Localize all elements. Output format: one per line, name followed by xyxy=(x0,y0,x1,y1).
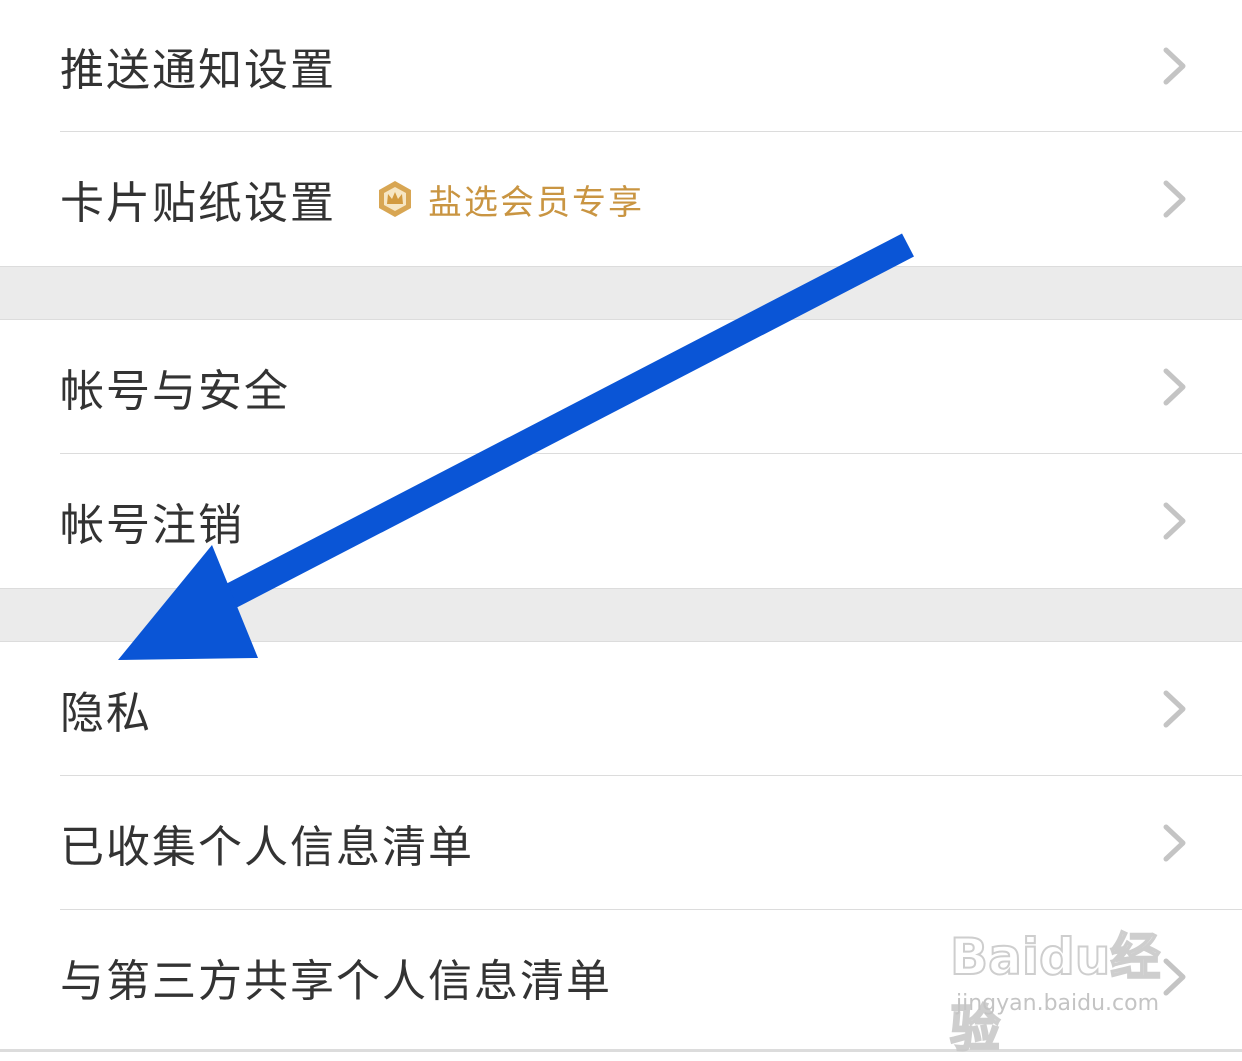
chevron-right-icon xyxy=(1163,502,1186,540)
section-gap xyxy=(0,266,1242,320)
row-account-cancellation[interactable]: 帐号注销 xyxy=(0,454,1242,588)
row-label: 帐号注销 xyxy=(60,500,244,551)
row-label: 推送通知设置 xyxy=(60,45,336,96)
row-third-party-shared-info-list[interactable]: 与第三方共享个人信息清单 xyxy=(0,910,1242,1044)
row-label: 帐号与安全 xyxy=(60,366,290,417)
chevron-right-icon xyxy=(1163,958,1186,996)
settings-list: 推送通知设置 卡片贴纸设置 盐选会员专享 帐号与安全 帐号注销 隐私 已收集个人… xyxy=(0,0,1242,1044)
row-account-security[interactable]: 帐号与安全 xyxy=(0,320,1242,454)
row-label: 卡片贴纸设置 xyxy=(60,178,336,229)
row-card-sticker-settings[interactable]: 卡片贴纸设置 盐选会员专享 xyxy=(0,132,1242,266)
row-label: 隐私 xyxy=(60,688,152,739)
chevron-right-icon xyxy=(1163,368,1186,406)
chevron-right-icon xyxy=(1163,47,1186,85)
member-exclusive-badge: 盐选会员专享 xyxy=(376,175,644,224)
chevron-right-icon xyxy=(1163,690,1186,728)
section-gap xyxy=(0,588,1242,642)
row-label: 与第三方共享个人信息清单 xyxy=(60,956,612,1007)
badge-text: 盐选会员专享 xyxy=(428,182,644,223)
chevron-right-icon xyxy=(1163,180,1186,218)
row-label: 已收集个人信息清单 xyxy=(60,822,474,873)
crown-hexagon-icon xyxy=(379,181,411,217)
row-collected-personal-info-list[interactable]: 已收集个人信息清单 xyxy=(0,776,1242,910)
chevron-right-icon xyxy=(1163,824,1186,862)
row-push-notification-settings[interactable]: 推送通知设置 xyxy=(0,0,1242,132)
row-privacy[interactable]: 隐私 xyxy=(0,642,1242,776)
